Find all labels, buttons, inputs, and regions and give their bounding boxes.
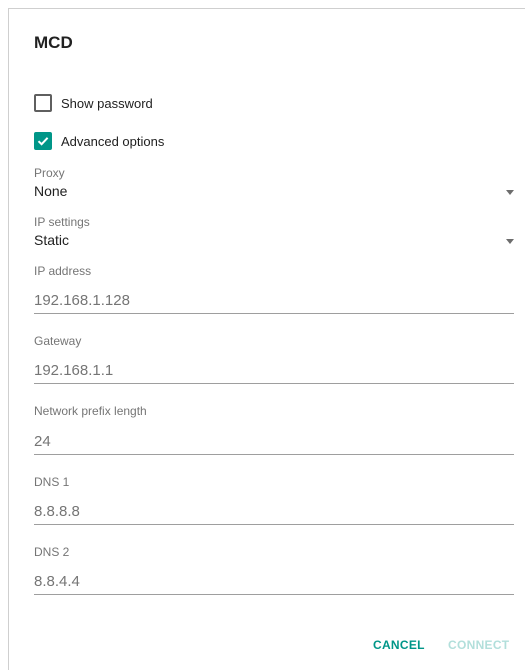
- ip-address-label: IP address: [34, 264, 92, 278]
- advanced-options-checkbox-row[interactable]: Advanced options: [34, 132, 164, 150]
- advanced-options-checkbox[interactable]: [34, 132, 52, 150]
- ip-settings-value: Static: [34, 232, 70, 248]
- connect-button[interactable]: CONNECT: [448, 638, 509, 652]
- check-icon: [37, 137, 49, 146]
- dropdown-arrow-icon: [506, 239, 514, 244]
- dropdown-arrow-icon: [506, 190, 514, 195]
- dialog-title: MCD: [34, 33, 73, 52]
- gateway-input[interactable]: [34, 358, 514, 384]
- dns2-label: DNS 2: [34, 545, 70, 559]
- show-password-checkbox-row[interactable]: Show password: [34, 94, 153, 112]
- dns1-input[interactable]: [34, 499, 514, 525]
- ip-address-input[interactable]: [34, 288, 514, 314]
- dns1-label: DNS 1: [34, 475, 70, 489]
- proxy-value: None: [34, 183, 68, 199]
- ip-settings-label: IP settings: [34, 215, 90, 229]
- prefix-length-label: Network prefix length: [34, 404, 147, 418]
- proxy-spinner[interactable]: None: [34, 183, 514, 203]
- advanced-options-label: Advanced options: [61, 133, 165, 149]
- cancel-button[interactable]: CANCEL: [373, 638, 425, 652]
- gateway-label: Gateway: [34, 334, 82, 348]
- proxy-label: Proxy: [34, 166, 65, 180]
- wifi-network-dialog: MCD Show password Advanced options Proxy…: [8, 8, 525, 670]
- show-password-checkbox[interactable]: [34, 94, 52, 112]
- prefix-length-input[interactable]: [34, 429, 514, 455]
- show-password-label: Show password: [61, 95, 153, 111]
- dns2-input[interactable]: [34, 569, 514, 595]
- ip-settings-spinner[interactable]: Static: [34, 232, 514, 252]
